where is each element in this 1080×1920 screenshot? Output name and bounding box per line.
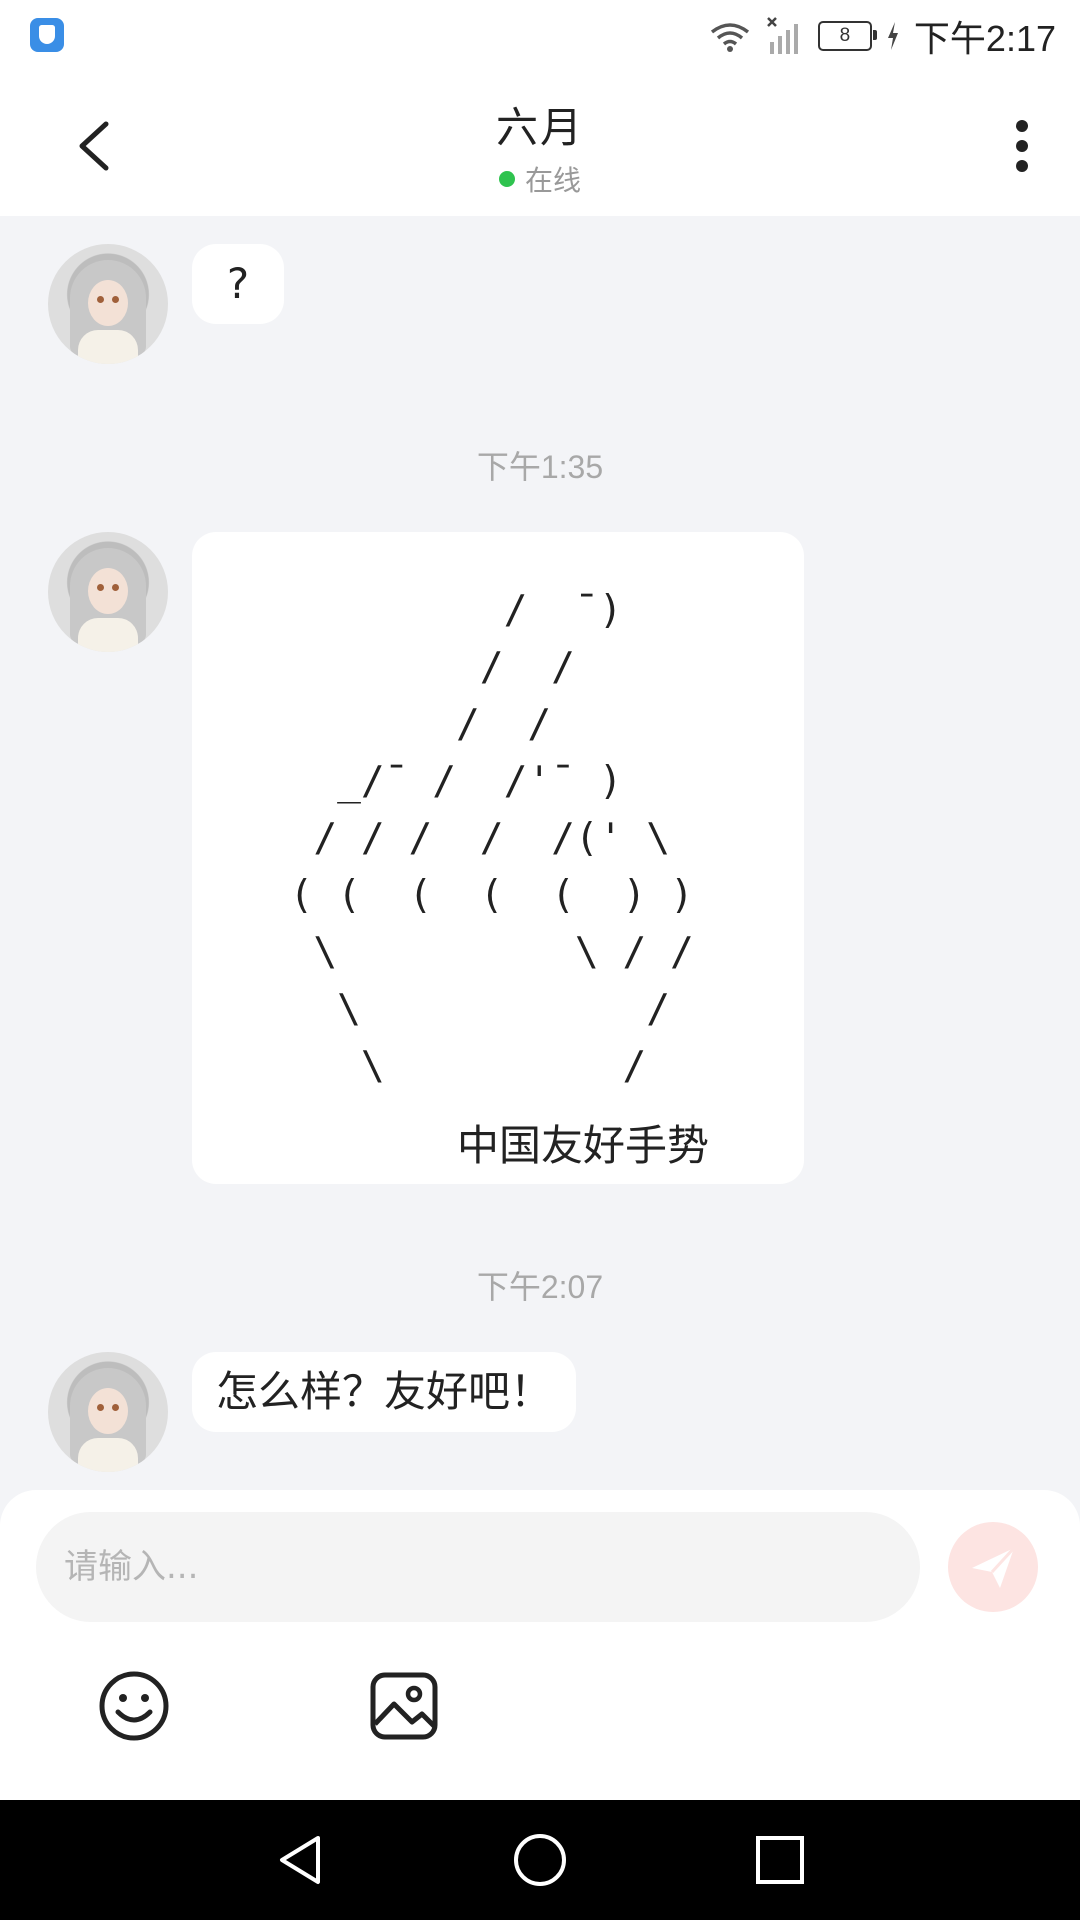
more-vertical-icon — [1016, 120, 1028, 172]
message-input[interactable] — [36, 1512, 920, 1622]
ascii-art-bubble[interactable]: / ¯) / / / / _/¯ / /'¯ ) / / / / /(' \ (… — [192, 532, 804, 1184]
contact-avatar[interactable] — [48, 244, 168, 364]
wifi-icon — [710, 23, 749, 52]
online-dot — [498, 171, 515, 187]
send-icon — [972, 1546, 1016, 1588]
message-list[interactable]: ? 下午1:35 / ¯) / / / / _/¯ / /'¯ ) / / / … — [0, 216, 1080, 1490]
back-triangle-icon — [280, 1836, 320, 1884]
status-bar: 8 下午2:17 — [0, 0, 1080, 72]
nav-back-button[interactable] — [272, 1832, 328, 1888]
status-time: 下午2:17 — [913, 18, 1056, 59]
shield-app-icon — [30, 18, 64, 52]
ascii-art-caption: 中国友好手势 — [457, 1121, 710, 1170]
input-panel — [0, 1490, 1080, 1800]
chat-header: 六月 在线 — [0, 72, 1080, 216]
nav-home-button[interactable] — [512, 1832, 568, 1888]
image-icon — [370, 1672, 438, 1740]
contact-name: 六月 — [495, 103, 584, 152]
signal-off-icon — [767, 17, 798, 54]
more-options-button[interactable] — [992, 112, 1052, 180]
online-status: 在线 — [0, 159, 1080, 199]
battery-icon: 8 — [817, 21, 877, 51]
message-bubble[interactable]: ? — [192, 244, 284, 324]
home-circle-icon — [514, 1834, 566, 1886]
charging-icon — [887, 22, 898, 50]
message-timestamp: 下午2:07 — [476, 1269, 604, 1305]
chat-title-block: 六月 在线 — [0, 94, 1080, 199]
emoji-button[interactable] — [98, 1670, 170, 1742]
message-text: 怎么样？友好吧！ — [216, 1367, 553, 1416]
system-nav-bar — [0, 1800, 1080, 1920]
message-text: ? — [226, 259, 250, 308]
message-bubble[interactable]: 怎么样？友好吧！ — [192, 1352, 577, 1432]
message-timestamp: 下午1:35 — [476, 449, 604, 485]
recents-square-icon — [756, 1836, 804, 1884]
contact-avatar[interactable] — [48, 532, 168, 652]
ascii-art: / ¯) / / / / _/¯ / /'¯ ) / / / / /(' \ (… — [289, 587, 694, 1089]
contact-avatar[interactable] — [48, 1352, 168, 1472]
online-status-text: 在线 — [524, 164, 581, 197]
nav-recents-button[interactable] — [752, 1832, 808, 1888]
send-button[interactable] — [948, 1522, 1038, 1612]
image-button[interactable] — [368, 1670, 440, 1742]
emoji-icon — [99, 1671, 169, 1741]
